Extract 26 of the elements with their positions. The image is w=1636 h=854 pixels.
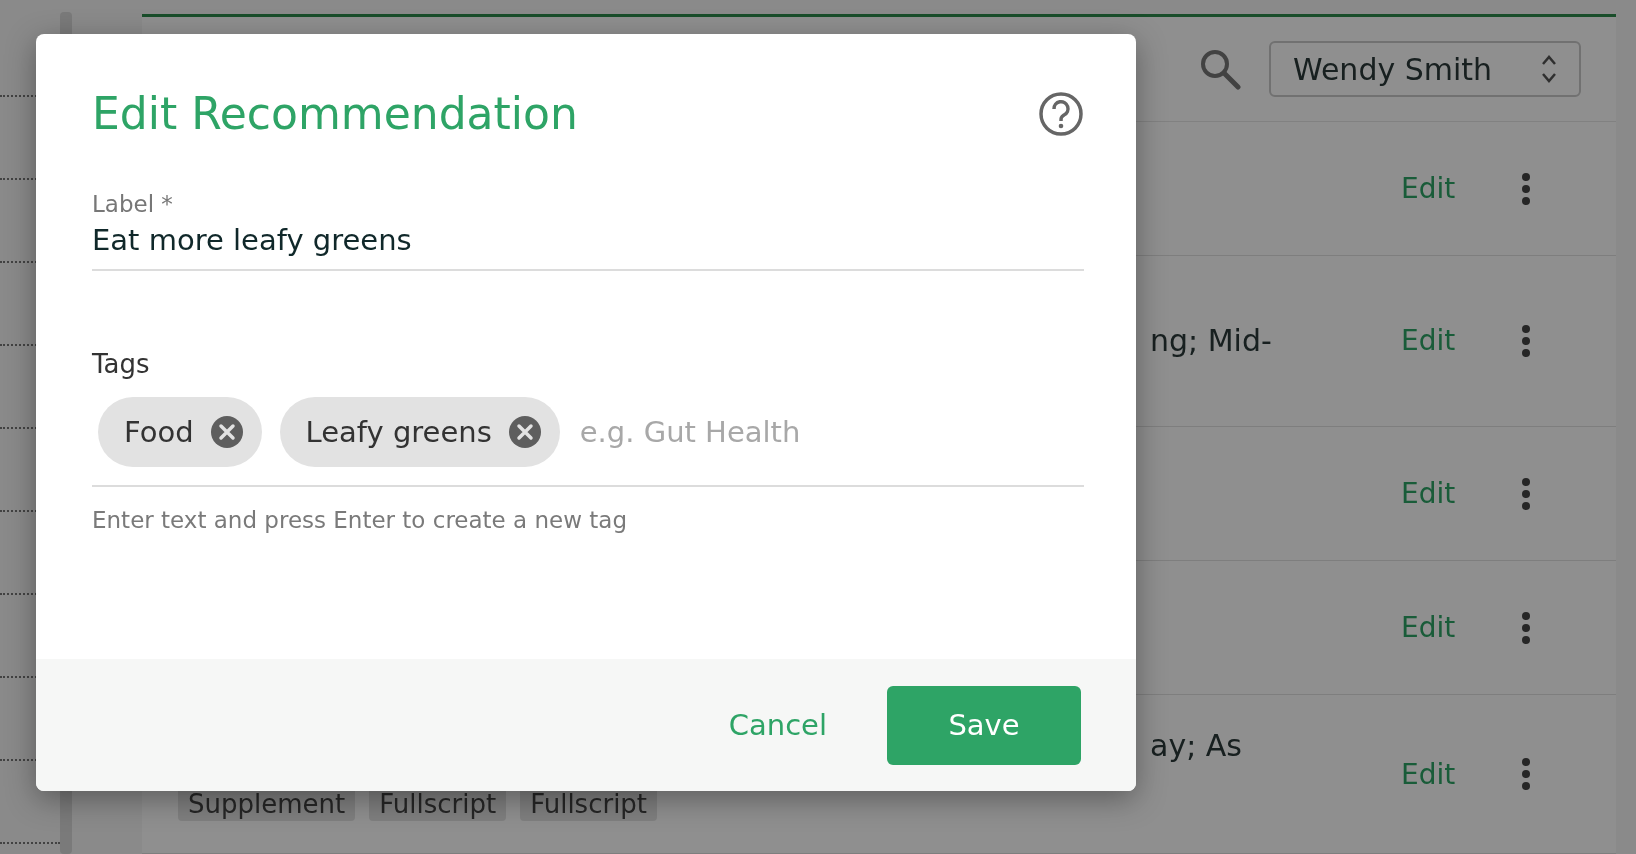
- more-icon[interactable]: [1521, 323, 1531, 358]
- remove-icon[interactable]: [507, 415, 542, 449]
- remove-icon[interactable]: [209, 415, 244, 449]
- recommendation-text: ay; As: [1150, 727, 1243, 763]
- user-select[interactable]: Wendy Smith: [1269, 41, 1581, 98]
- more-icon[interactable]: [1521, 476, 1531, 511]
- chevrons-icon: [1541, 54, 1557, 85]
- save-button[interactable]: Save: [887, 685, 1081, 765]
- help-icon[interactable]: [1038, 90, 1084, 137]
- edit-link[interactable]: Edit: [1401, 477, 1521, 511]
- more-icon[interactable]: [1521, 757, 1531, 792]
- search-icon[interactable]: [1199, 48, 1241, 91]
- edit-link[interactable]: Edit: [1401, 324, 1521, 358]
- dialog-title: Edit Recommendation: [92, 88, 578, 139]
- tag-chip[interactable]: Leafy greens: [279, 397, 560, 467]
- edit-link[interactable]: Edit: [1401, 611, 1521, 645]
- tag-chip[interactable]: Food: [98, 397, 262, 467]
- more-icon[interactable]: [1521, 171, 1531, 206]
- edit-link[interactable]: Edit: [1401, 757, 1521, 791]
- edit-link[interactable]: Edit: [1401, 172, 1521, 206]
- more-icon[interactable]: [1521, 610, 1531, 645]
- recommendation-text: ng; Mid-: [1150, 323, 1273, 359]
- field-label: Label *: [92, 191, 174, 217]
- cancel-button[interactable]: Cancel: [728, 698, 827, 752]
- helper-text: Enter text and press Enter to create a new tag: [92, 507, 629, 533]
- field-label: Tags: [92, 349, 151, 379]
